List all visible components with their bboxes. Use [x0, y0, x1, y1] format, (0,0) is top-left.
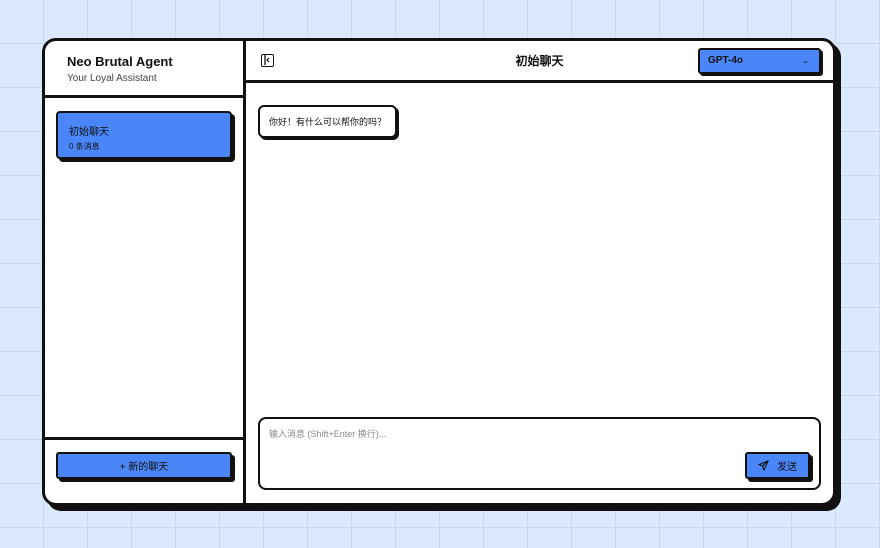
- conversation-item[interactable]: 初始聊天 0 条消息: [56, 111, 232, 159]
- assistant-message: 你好！有什么可以帮你的吗？: [258, 105, 398, 138]
- composer-area: 发送: [246, 417, 833, 503]
- panel-collapse-icon[interactable]: [261, 54, 274, 67]
- brand-title: Neo Brutal Agent: [67, 54, 173, 69]
- send-icon: [758, 460, 769, 471]
- send-button-label: 发送: [777, 462, 797, 473]
- chat-header: 初始聊天 GPT-4o ⌄: [246, 41, 833, 83]
- brand-header: Neo Brutal Agent Your Loyal Assistant: [45, 41, 243, 98]
- sidebar: Neo Brutal Agent Your Loyal Assistant 初始…: [45, 41, 246, 503]
- model-select-value: GPT-4o: [708, 55, 744, 66]
- app-window: Neo Brutal Agent Your Loyal Assistant 初始…: [42, 38, 836, 506]
- message-list: 你好！有什么可以帮你的吗？: [246, 83, 833, 417]
- sidebar-footer: + 新的聊天: [45, 437, 243, 503]
- chevron-down-icon: ⌄: [802, 56, 809, 65]
- brand-subtitle: Your Loyal Assistant: [67, 73, 157, 84]
- conversation-name: 初始聊天: [69, 127, 109, 138]
- send-button[interactable]: 发送: [745, 452, 810, 479]
- model-select[interactable]: GPT-4o ⌄: [698, 47, 821, 74]
- composer: 发送: [258, 417, 821, 490]
- conversation-list: 初始聊天 0 条消息: [45, 98, 243, 437]
- new-chat-button[interactable]: + 新的聊天: [56, 452, 232, 479]
- chat-panel: 初始聊天 GPT-4o ⌄ 你好！有什么可以帮你的吗？ 发送: [246, 41, 833, 503]
- conversation-message-count: 0 条消息: [69, 142, 100, 151]
- message-input[interactable]: [260, 419, 819, 488]
